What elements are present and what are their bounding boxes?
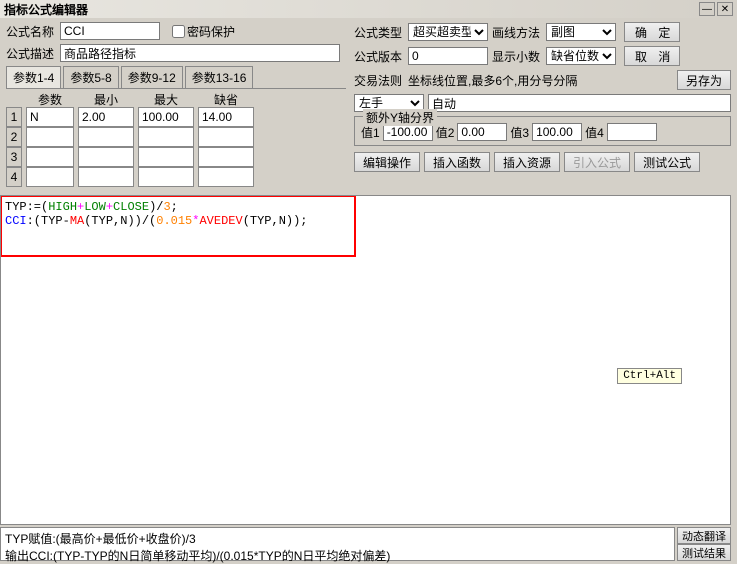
password-checkbox[interactable]: 密码保护 xyxy=(172,23,235,40)
param-name-2[interactable] xyxy=(26,127,74,147)
y4-label: 值4 xyxy=(585,124,604,141)
param-min-2[interactable] xyxy=(78,127,134,147)
param-def-3[interactable] xyxy=(198,147,254,167)
version-input[interactable] xyxy=(408,47,488,65)
param-min-4[interactable] xyxy=(78,167,134,187)
param-header-min: 最小 xyxy=(78,91,134,107)
param-max-4[interactable] xyxy=(138,167,194,187)
y3-input[interactable] xyxy=(532,123,582,141)
test-button[interactable]: 测试公式 xyxy=(634,152,700,172)
param-max-1[interactable]: 100.00 xyxy=(138,107,194,127)
edit-button[interactable]: 编辑操作 xyxy=(354,152,420,172)
name-label: 公式名称 xyxy=(6,23,56,40)
param-tabs: 参数1-4 参数5-8 参数9-12 参数13-16 xyxy=(6,66,346,89)
y2-label: 值2 xyxy=(436,124,455,141)
y4-input[interactable] xyxy=(607,123,657,141)
explanation-area: TYP赋值:(最高价+最低价+收盘价)/3 输出CCI:(TYP-TYP的N日简… xyxy=(0,527,675,561)
param-row-4: 4 xyxy=(6,167,22,187)
import-button[interactable]: 引入公式 xyxy=(564,152,630,172)
password-label: 密码保护 xyxy=(187,23,235,40)
y3-label: 值3 xyxy=(510,124,529,141)
draw-label: 画线方法 xyxy=(492,24,542,41)
insert-fn-button[interactable]: 插入函数 xyxy=(424,152,490,172)
desc-input[interactable] xyxy=(60,44,340,62)
param-name-4[interactable] xyxy=(26,167,74,187)
y2-input[interactable] xyxy=(457,123,507,141)
yaxis-fieldset: 额外Y轴分界 值1 值2 值3 值4 xyxy=(354,116,731,146)
ok-button[interactable]: 确 定 xyxy=(624,22,680,42)
coord-note: 坐标线位置,最多6个,用分号分隔 xyxy=(408,72,577,89)
param-min-1[interactable]: 2.00 xyxy=(78,107,134,127)
param-max-2[interactable] xyxy=(138,127,194,147)
param-header-name: 参数 xyxy=(26,91,74,107)
dyntrans-button[interactable]: 动态翻译 xyxy=(677,527,731,544)
ver-label: 公式版本 xyxy=(354,48,404,65)
tab-params-13-16[interactable]: 参数13-16 xyxy=(185,66,254,88)
window-controls: — ✕ xyxy=(699,2,733,16)
testres-button[interactable]: 测试结果 xyxy=(677,544,731,561)
tab-params-5-8[interactable]: 参数5-8 xyxy=(63,66,118,88)
name-input[interactable] xyxy=(60,22,160,40)
minimize-icon[interactable]: — xyxy=(699,2,715,16)
param-grid: 1 2 3 4 参数 N 最小 2.00 最大 100.00 xyxy=(6,91,346,187)
param-def-4[interactable] xyxy=(198,167,254,187)
param-header-def: 缺省 xyxy=(198,91,254,107)
explain-line-1: TYP赋值:(最高价+最低价+收盘价)/3 xyxy=(5,530,670,547)
insert-res-button[interactable]: 插入资源 xyxy=(494,152,560,172)
param-def-1[interactable]: 14.00 xyxy=(198,107,254,127)
desc-label: 公式描述 xyxy=(6,45,56,62)
tab-params-1-4[interactable]: 参数1-4 xyxy=(6,66,61,88)
decimal-select[interactable]: 缺省位数 xyxy=(546,47,616,65)
param-max-3[interactable] xyxy=(138,147,194,167)
param-name-3[interactable] xyxy=(26,147,74,167)
saveas-button[interactable]: 另存为 xyxy=(677,70,731,90)
type-label: 公式类型 xyxy=(354,24,404,41)
dec-label: 显示小数 xyxy=(492,48,542,65)
param-row-3: 3 xyxy=(6,147,22,167)
param-header-max: 最大 xyxy=(138,91,194,107)
cancel-button[interactable]: 取 消 xyxy=(624,46,680,66)
param-row-2: 2 xyxy=(6,127,22,147)
tab-params-9-12[interactable]: 参数9-12 xyxy=(121,66,183,88)
explain-line-2: 输出CCI:(TYP-TYP的N日简单移动平均)/(0.015*TYP的N日平均… xyxy=(5,547,670,564)
param-row-1: 1 xyxy=(6,107,22,127)
rule-label: 交易法则 xyxy=(354,72,404,89)
tooltip: Ctrl+Alt xyxy=(617,368,682,384)
y1-label: 值1 xyxy=(361,124,380,141)
param-min-3[interactable] xyxy=(78,147,134,167)
close-icon[interactable]: ✕ xyxy=(717,2,733,16)
draw-select[interactable]: 副图 xyxy=(546,23,616,41)
param-name-1[interactable]: N xyxy=(26,107,74,127)
yaxis-label: 额外Y轴分界 xyxy=(363,109,437,126)
type-select[interactable]: 超买超卖型 xyxy=(408,23,488,41)
coord-input[interactable] xyxy=(428,94,731,112)
password-check-input[interactable] xyxy=(172,25,185,38)
window-title: 指标公式编辑器 xyxy=(4,1,88,18)
code-editor[interactable]: TYP:=(HIGH+LOW+CLOSE)/3; CCI:(TYP-MA(TYP… xyxy=(0,195,731,525)
param-def-2[interactable] xyxy=(198,127,254,147)
